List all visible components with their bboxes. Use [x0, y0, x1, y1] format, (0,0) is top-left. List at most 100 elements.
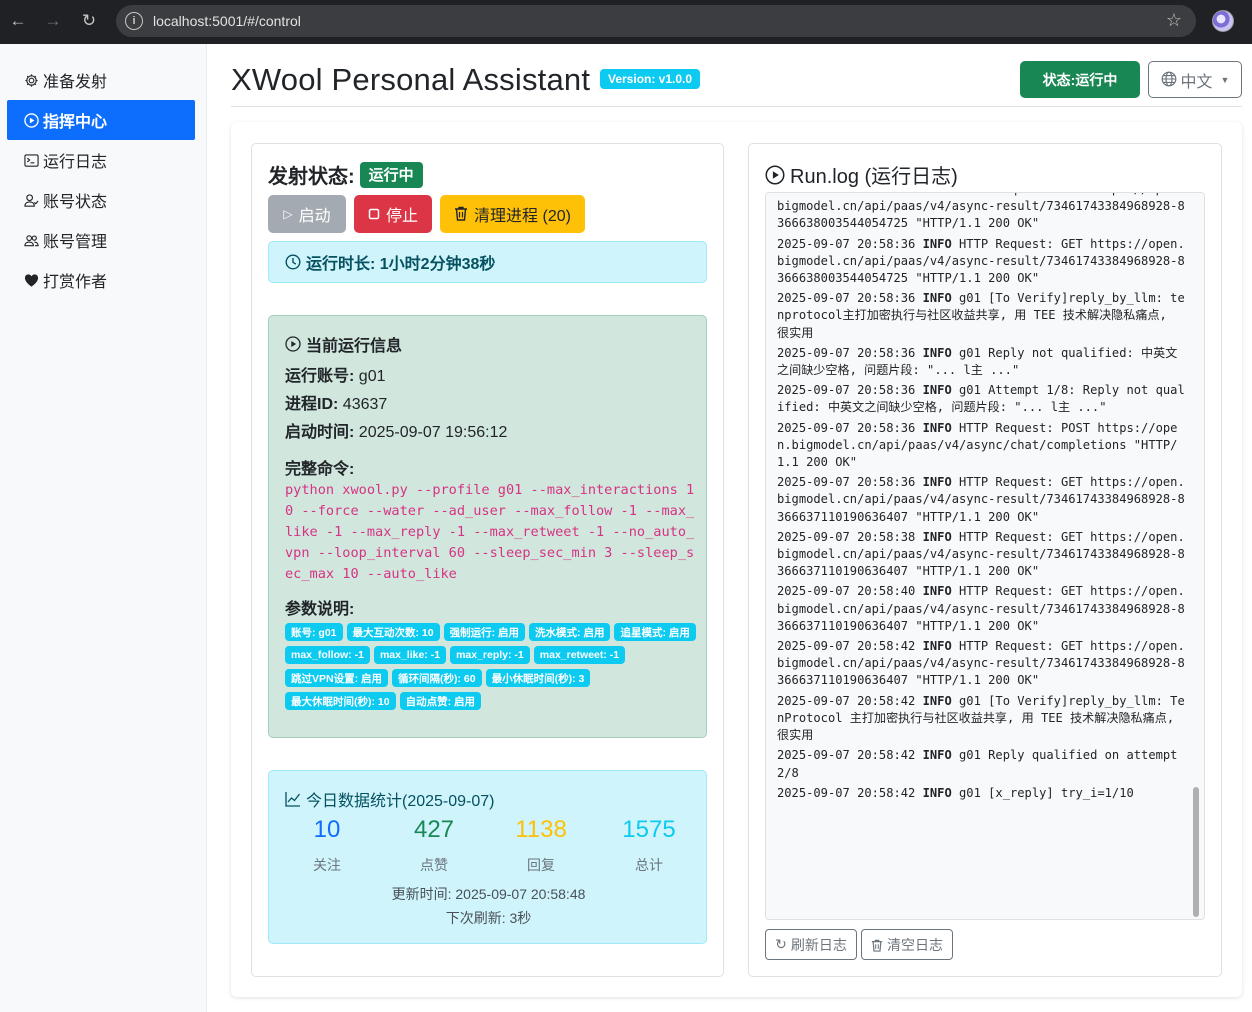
params-label: 参数说明:	[285, 601, 355, 618]
uptime-text: 运行时长: 1小时2分钟38秒	[306, 256, 496, 273]
refresh-icon: ↻	[775, 936, 787, 952]
sidebar-item-donate[interactable]: 打赏作者	[7, 260, 195, 300]
stat-total: 1575 总计	[599, 815, 699, 875]
stop-button[interactable]: 停止	[354, 195, 432, 233]
log-entry: 2025-09-07 20:58:38 INFO HTTP Request: G…	[777, 529, 1185, 581]
pid-label: 进程ID:	[285, 396, 339, 413]
log-entry: 2025-09-07 20:58:36 INFO g01 Attempt 1/8…	[777, 382, 1185, 416]
url-text: localhost:5001/#/control	[153, 13, 301, 29]
language-dropdown[interactable]: 中文 ▼	[1148, 61, 1242, 98]
pid-value: 43637	[342, 396, 388, 413]
log-entry: 2025-09-07 20:58:36 INFO g01 Reply not q…	[777, 345, 1185, 379]
log-title: Run.log (运行日志)	[765, 160, 958, 189]
trash-icon	[454, 205, 468, 223]
refresh-log-button[interactable]: ↻ 刷新日志	[765, 929, 857, 960]
stats-title-text: 今日数据统计(2025-09-07)	[306, 793, 495, 810]
param-badge: 跳过VPN设置: 启用	[285, 669, 389, 687]
param-badge: max_follow: -1	[285, 646, 370, 664]
log-timestamp: 2025-09-07 20:58:40	[777, 584, 916, 599]
param-badge: 洗水模式: 启用	[529, 623, 611, 641]
sidebar-item-command-center[interactable]: 指挥中心	[7, 100, 195, 140]
param-badge: 自动点赞: 启用	[399, 692, 482, 710]
terminal-icon	[23, 152, 39, 168]
log-entry: 2025-09-07 20:58:42 INFO HTTP Request: G…	[777, 638, 1185, 690]
log-timestamp: 2025-09-07 20:58:42	[777, 748, 916, 763]
pid-line: 进程ID: 43637	[285, 390, 387, 414]
run-info-title-text: 当前运行信息	[306, 338, 403, 355]
stat-like: 427 点赞	[384, 815, 484, 875]
log-entry: 2025-09-07 20:58:36 INFO g01 [To Verify]…	[777, 290, 1185, 342]
param-badge: max_reply: -1	[450, 646, 530, 664]
profile-avatar[interactable]	[1212, 10, 1234, 32]
reload-icon[interactable]: ↻	[77, 9, 101, 33]
clear-log-button[interactable]: 清空日志	[861, 929, 953, 960]
log-scrollbar-thumb[interactable]	[1193, 787, 1199, 917]
stats-updated-time: 更新时间: 2025-09-07 20:58:48	[391, 886, 586, 902]
log-viewer[interactable]: 2025-09-07 20:58:34 INFO HTTP Request: G…	[765, 192, 1205, 920]
log-level: INFO	[922, 639, 952, 654]
param-badge: 账号: g01	[285, 623, 343, 641]
log-level: INFO	[922, 475, 952, 490]
log-scrollbar[interactable]	[1192, 195, 1200, 917]
start-time-label: 启动时间:	[285, 424, 355, 441]
log-timestamp: 2025-09-07 20:58:42	[777, 693, 916, 708]
sidebar-item-run-log[interactable]: 运行日志	[7, 140, 195, 180]
stat-value: 1138	[515, 816, 567, 843]
stat-value: 427	[413, 816, 455, 843]
log-level: INFO	[922, 584, 952, 599]
fire-status-label: 发射状态:	[268, 166, 355, 188]
fire-status-badge: 运行中	[359, 161, 423, 188]
version-badge: Version: v1.0.0	[600, 69, 701, 89]
start-button-label: 启动	[298, 208, 331, 225]
stat-follow: 10 关注	[277, 815, 377, 875]
log-entry: 2025-09-07 20:58:42 INFO g01 [To Verify]…	[777, 693, 1185, 745]
sidebar-item-label: 打赏作者	[43, 274, 108, 291]
start-time-value: 2025-09-07 19:56:12	[358, 424, 508, 441]
sidebar-item-account-manage[interactable]: 账号管理	[7, 220, 195, 260]
play-icon: ▷	[283, 207, 293, 221]
full-command: python xwool.py --profile g01 --max_inte…	[285, 482, 695, 582]
play-circle-icon	[285, 335, 301, 353]
language-label: 中文	[1180, 73, 1213, 91]
log-level: INFO	[922, 785, 952, 800]
users-icon	[23, 232, 39, 248]
command-label: 完整命令:	[285, 461, 355, 478]
line-chart-icon	[285, 790, 301, 808]
sidebar-item-label: 运行日志	[43, 154, 108, 171]
log-entry: 2025-09-07 20:58:36 INFO HTTP Request: G…	[777, 236, 1185, 288]
bookmark-star-icon[interactable]: ☆	[1166, 10, 1182, 31]
user-check-icon	[23, 192, 39, 208]
stat-label: 点赞	[420, 857, 448, 873]
stats-title: 今日数据统计(2025-09-07)	[285, 787, 495, 811]
site-info-icon[interactable]: i	[125, 12, 143, 30]
run-info-card: 当前运行信息 运行账号: g01 进程ID: 43637 启动时间: 2025-…	[268, 315, 707, 738]
log-level: INFO	[923, 193, 952, 196]
clean-process-label: 清理进程 (20)	[474, 208, 571, 225]
log-entry: 2025-09-07 20:58:36 INFO HTTP Request: G…	[777, 474, 1185, 526]
log-timestamp: 2025-09-07 20:58:38	[777, 529, 916, 544]
log-level: INFO	[922, 383, 952, 398]
status-button[interactable]: 状态:运行中	[1020, 61, 1140, 98]
param-badge: 强制运行: 启用	[443, 623, 526, 641]
heart-icon	[23, 272, 39, 288]
sidebar-item-prepare[interactable]: 准备发射	[7, 60, 195, 100]
run-account-label: 运行账号:	[285, 368, 355, 385]
sidebar-item-label: 账号管理	[43, 234, 108, 251]
log-timestamp: 2025-09-07 20:58:36	[777, 236, 916, 251]
log-timestamp: 2025-09-07 20:58:36	[777, 475, 916, 490]
log-entry: 2025-09-07 20:58:36 INFO HTTP Request: P…	[777, 420, 1185, 472]
back-arrow-icon[interactable]: ←	[6, 9, 30, 33]
param-badge: max_retweet: -1	[533, 646, 626, 664]
params-list: 账号: g01 最大互动次数: 10 强制运行: 启用 洗水模式: 启用 追星模式: 启…	[285, 623, 700, 710]
refresh-log-label: 刷新日志	[790, 936, 847, 953]
forward-arrow-icon[interactable]: →	[41, 9, 65, 33]
log-level: INFO	[922, 693, 952, 708]
clean-process-button[interactable]: 清理进程 (20)	[440, 195, 585, 233]
start-button[interactable]: ▷ 启动	[268, 195, 346, 233]
stat-value: 10	[313, 816, 341, 843]
address-bar[interactable]: i localhost:5001/#/control ☆	[116, 5, 1196, 37]
log-level: INFO	[922, 420, 952, 435]
fire-status: 发射状态: 运行中	[268, 160, 423, 189]
sidebar-item-account-status[interactable]: 账号状态	[7, 180, 195, 220]
param-badge: 最大休眠时间(秒): 10	[285, 692, 396, 710]
